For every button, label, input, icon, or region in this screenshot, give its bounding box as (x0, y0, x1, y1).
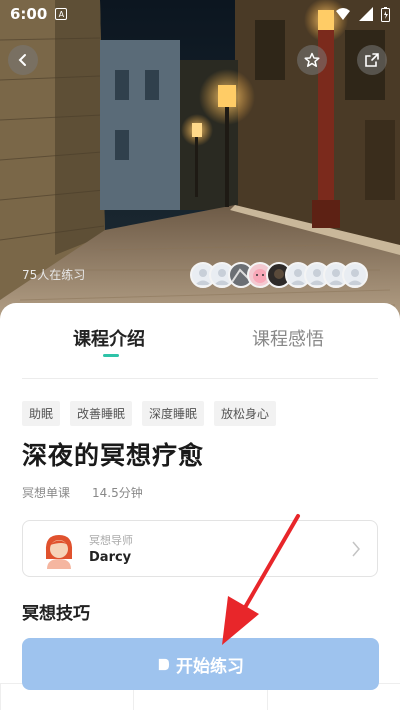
star-icon (304, 52, 320, 67)
mentor-avatar (39, 529, 79, 569)
tag: 放松身心 (214, 401, 277, 426)
back-button[interactable] (8, 45, 38, 75)
user-avatar (342, 262, 368, 288)
course-detail-sheet: 课程介绍 课程感悟 助眠 改善睡眠 深度睡眠 放松身心 深夜的冥想疗愈 冥想单课… (0, 303, 400, 710)
mentor-card[interactable]: 冥想导师 Darcy (22, 520, 378, 577)
app-notification-icon: A (55, 8, 68, 20)
signal-icon (359, 7, 373, 21)
start-practice-button[interactable]: 开始练习 (22, 638, 379, 690)
course-meta: 冥想单课 14.5分钟 (22, 484, 143, 501)
course-type: 冥想单课 (22, 486, 71, 500)
share-icon (365, 53, 379, 67)
tab-course-reflections[interactable]: 课程感悟 (252, 325, 324, 351)
tag-list: 助眠 改善睡眠 深度睡眠 放松身心 (22, 401, 277, 426)
start-practice-label: 开始练习 (176, 656, 244, 677)
practicing-count: 75人在练习 (22, 268, 86, 282)
tag: 深度睡眠 (142, 401, 205, 426)
course-title: 深夜的冥想疗愈 (22, 441, 205, 470)
battery-icon (381, 6, 390, 22)
share-button[interactable] (357, 45, 387, 75)
tag: 助眠 (22, 401, 61, 426)
tab-course-intro[interactable]: 课程介绍 (73, 325, 145, 351)
tag: 改善睡眠 (70, 401, 133, 426)
play-icon (158, 658, 170, 670)
status-bar: 6:00 A (0, 0, 400, 28)
wifi-icon (336, 8, 350, 20)
practicing-avatars[interactable] (190, 262, 368, 288)
status-time: 6:00 (10, 5, 48, 23)
chevron-right-icon (352, 541, 360, 557)
tab-bar: 课程介绍 课程感悟 (0, 303, 400, 379)
active-tab-indicator (103, 354, 119, 357)
section-title-techniques: 冥想技巧 (22, 604, 90, 624)
tab-divider (22, 378, 378, 379)
course-duration: 14.5分钟 (92, 486, 143, 500)
mentor-name: Darcy (89, 550, 132, 565)
chevron-left-icon (18, 54, 26, 66)
mentor-label: 冥想导师 (89, 534, 133, 547)
default-user-icon (347, 269, 363, 285)
favorite-button[interactable] (297, 45, 327, 75)
